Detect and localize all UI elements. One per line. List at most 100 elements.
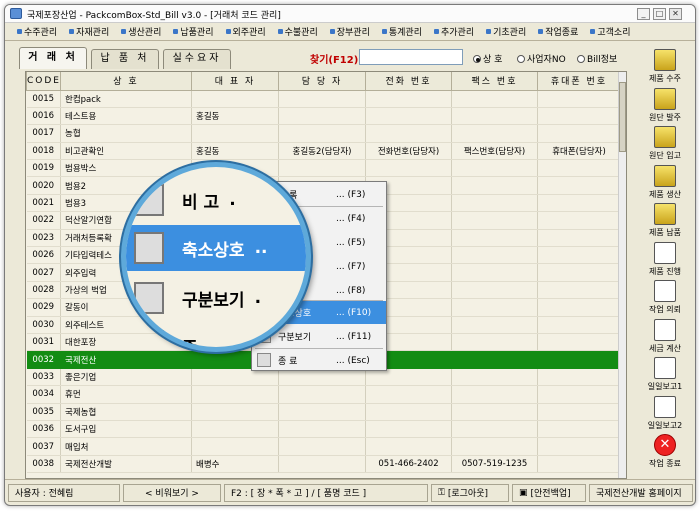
menu-bullet-icon [329, 29, 335, 34]
vertical-scrollbar[interactable] [618, 72, 626, 478]
status-view[interactable]: < 비워보기 > [123, 483, 221, 502]
tab-customer[interactable]: 거 래 처 [19, 47, 87, 69]
logout-button[interactable]: ⚿ [로그아웃] [431, 483, 509, 502]
maximize-icon[interactable]: □ [653, 8, 666, 20]
table-row[interactable]: 0038 국제전산개발 배병수 051-466-2402 0507-519-1235 [26, 455, 621, 474]
table-cell [451, 90, 538, 108]
menu-item[interactable]: 고객소리 [590, 25, 631, 38]
table-row[interactable]: 0037 매입처 [26, 437, 621, 456]
window-title: 국제포장산업 - PackcomBox-Std_Bill v3.0 - [거래처… [27, 11, 281, 21]
table-cell [537, 263, 621, 282]
exit-icon: ✕ [654, 434, 676, 456]
sidebar-item[interactable]: 세금 계산 [637, 318, 693, 354]
menu-item[interactable]: 추가관리 [434, 25, 474, 38]
table-row[interactable]: 0035 국제농협 [26, 403, 621, 421]
table-cell: 도서구입 [60, 420, 192, 439]
radio-bill-info[interactable]: Bill정보 [577, 52, 617, 65]
table-cell: 0034 [26, 385, 61, 404]
sidebar-item[interactable]: 제품 납품 [637, 203, 693, 238]
close-icon[interactable]: ✕ [669, 8, 682, 20]
table-cell: 0018 [26, 142, 61, 161]
table-cell [537, 385, 621, 404]
column-header[interactable]: CODE [26, 72, 61, 91]
sidebar-item[interactable]: 제품 생산 [637, 164, 693, 200]
table-cell: 테스트용 [60, 107, 192, 126]
radio-business-no[interactable]: 사업자NO [517, 52, 566, 65]
menu-item[interactable]: 외주관리 [225, 25, 266, 38]
table-cell: 배병수 [191, 455, 279, 474]
table-row[interactable]: 0018 비고관확인 홍길동 홍길동2(담당자) 전화번호(담당자) 팩스번호(담당자) 휴… [26, 142, 621, 161]
context-menu-item[interactable]: 종 료... (Esc) [252, 349, 386, 372]
tab-delivery[interactable]: 납 품 처 [91, 49, 159, 69]
table-cell: 0028 [26, 281, 61, 300]
menu-item[interactable]: 수주관리 [17, 25, 57, 38]
column-header[interactable]: 팩스 번호 [451, 72, 538, 91]
table-cell [365, 159, 452, 178]
sidebar-item[interactable]: 제품 수주 [637, 49, 693, 84]
table-cell: 0037 [26, 437, 61, 456]
table-row[interactable]: 0034 휴먼 [26, 385, 621, 404]
radio-company-name[interactable]: 상 호 [473, 52, 502, 65]
table-row[interactable]: 0017 농협 [26, 124, 621, 143]
column-header[interactable]: 대 표 자 [191, 72, 279, 91]
work-request-icon [654, 280, 676, 302]
menu-separator [255, 348, 383, 349]
tab-row: 거 래 처 납 품 처 실수요자 찾기(F12) 상 호 사업자NO Bill정… [5, 43, 695, 69]
table-cell [278, 437, 366, 456]
table-cell: 0029 [26, 298, 61, 317]
table-cell [537, 420, 621, 439]
column-header[interactable]: 전화 번호 [365, 72, 452, 91]
search-input[interactable] [359, 49, 463, 65]
menu-item[interactable]: 작업종료 [538, 25, 578, 38]
radio-icon [517, 54, 525, 63]
table-cell [451, 229, 538, 248]
table-row[interactable]: 0019범용박스범용 [26, 159, 621, 178]
backup-button[interactable]: ▣ [안전백업] [512, 483, 586, 502]
tab-end-user[interactable]: 실수요자 [163, 49, 231, 69]
magnified-menu-item: 축소상호.. [126, 225, 306, 271]
table-cell: 0022 [26, 211, 61, 230]
sidebar-item[interactable]: 작업 의뢰 [637, 280, 693, 315]
status-user: 사용자 : 전혜림 [8, 483, 120, 502]
column-header[interactable]: 상 호 [60, 72, 192, 91]
menu-bullet-icon [538, 29, 544, 34]
menu-bar: 수주관리 자재관리 생산관리 납품관리 외주관리 수불관리 장부관리 통계관리 추가관리 기초관리… [5, 23, 695, 41]
table-cell [191, 124, 279, 143]
table-cell: 0015 [26, 90, 61, 108]
sidebar-item[interactable]: 일일보고1 [637, 357, 693, 392]
menu-item[interactable]: 기초관리 [486, 25, 526, 38]
menu-item[interactable]: 수불관리 [277, 25, 318, 38]
table-cell [537, 281, 621, 300]
column-header[interactable]: 휴대폰 번호 [537, 72, 621, 91]
table-row[interactable]: 0036 도서구입 [26, 420, 621, 439]
order-icon [654, 49, 676, 71]
scroll-thumb[interactable] [619, 82, 626, 152]
menu-item[interactable]: 생산관리 [121, 25, 161, 38]
menu-item[interactable]: 자재관리 [69, 25, 109, 38]
sidebar-item[interactable]: 원단 입고 [637, 126, 693, 161]
sidebar-item[interactable]: ✕ 작업 종료 [637, 434, 693, 469]
menu-item[interactable]: 통계관리 [381, 25, 422, 38]
table-cell [451, 263, 538, 282]
sidebar-item[interactable]: 원단 발주 [637, 87, 693, 123]
key-icon: ⚿ [438, 487, 445, 498]
menu-bullet-icon [17, 29, 22, 34]
menu-bullet-icon [486, 29, 492, 34]
sidebar-item[interactable]: 일일보고2 [637, 395, 693, 431]
table-cell [278, 107, 366, 126]
table-cell: 0030 [26, 316, 61, 334]
table-cell [278, 403, 366, 421]
production-icon [654, 164, 676, 187]
column-header[interactable]: 담 당 자 [278, 72, 366, 91]
menu-item[interactable]: 장부관리 [329, 25, 370, 38]
sidebar-item[interactable]: 제품 진행 [637, 241, 693, 277]
table-row[interactable]: 0016 테스트용 홍길동 [26, 107, 621, 126]
table-cell: 국제전산 [60, 350, 192, 369]
homepage-link[interactable]: 국제전산개발 홈페이지 [589, 483, 693, 502]
magnifier-callout: 비 고. 축소상호.. 구분보기. 종 [121, 162, 311, 352]
status-bar: 사용자 : 전혜림 < 비워보기 > F2 : [ 장 * 폭 * 고 ] / … [5, 479, 695, 505]
table-row[interactable]: 0015 한컴pack [26, 90, 621, 108]
menu-item[interactable]: 납품관리 [173, 25, 214, 38]
minimize-icon[interactable]: _ [637, 8, 650, 20]
fabric-receive-icon [654, 126, 676, 148]
